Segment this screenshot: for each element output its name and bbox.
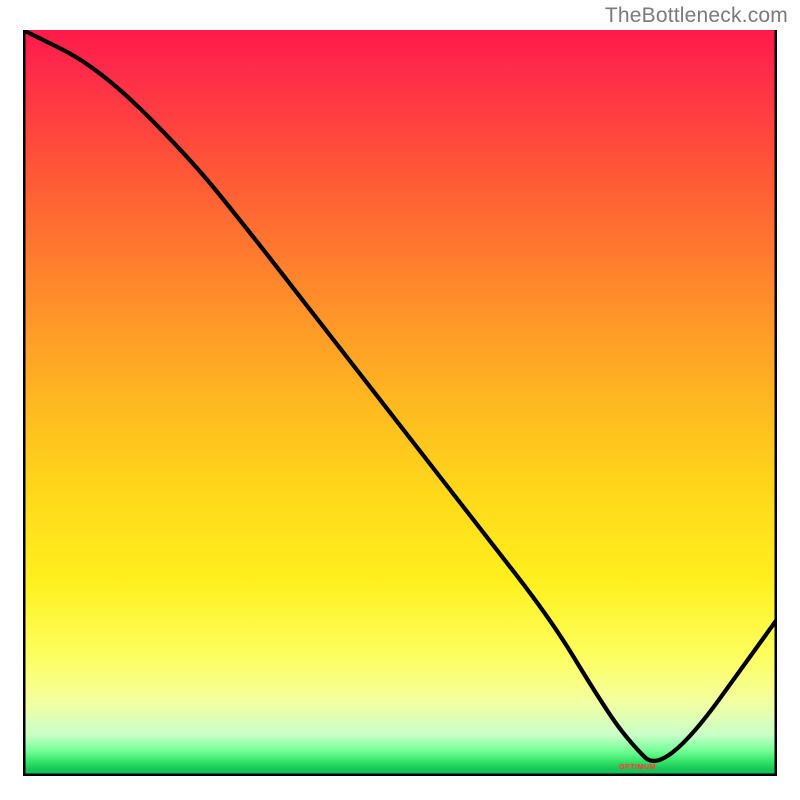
optimum-label: OPTIMUM: [619, 764, 656, 771]
gradient-background: [23, 30, 777, 776]
attribution-label: TheBottleneck.com: [605, 4, 788, 28]
chart-root: TheBottleneck.com OPTIMUM: [0, 0, 800, 800]
chart-area: OPTIMUM: [23, 30, 777, 776]
